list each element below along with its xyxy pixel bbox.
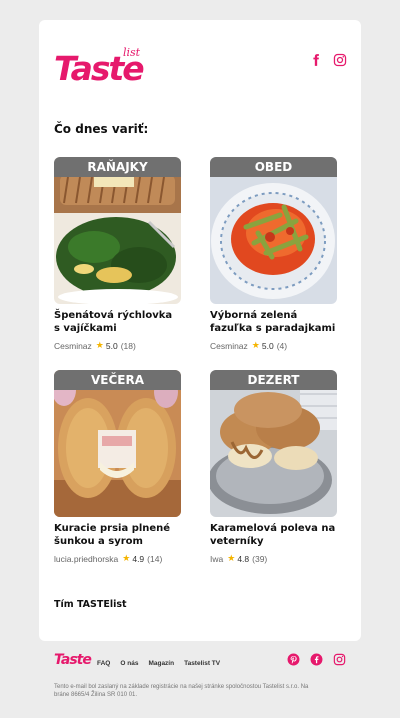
recipe-meta: Iwa ★ 4.8 (39) (210, 553, 337, 564)
recipe-author: Cesminaz (210, 340, 248, 351)
instagram-icon[interactable] (333, 53, 347, 67)
recipe-author: Iwa (210, 553, 224, 564)
signoff: Tím TASTElist (54, 599, 127, 610)
recipe-title[interactable]: Kuracie prsia plnené šunkou a syrom (54, 523, 181, 548)
facebook-icon[interactable] (310, 653, 323, 666)
recipe-rating: 5.0 (261, 340, 274, 351)
tastelist-logo[interactable]: Taste list (54, 46, 146, 88)
recipe-card-dessert[interactable]: DEZERT Karamelová poleva na veterníky Iw… (210, 370, 337, 564)
section-heading: Čo dnes variť: (54, 122, 149, 136)
rating-count: (39) (252, 553, 268, 564)
recipe-meta: Cesminaz ★ 5.0 (18) (54, 340, 181, 351)
recipe-meta: Cesminaz ★ 5.0 (4) (210, 340, 337, 351)
recipe-card-breakfast[interactable]: RAŇAJKY Špenátová rýchlovka s vajíčkami … (54, 157, 181, 351)
pinterest-icon[interactable] (287, 653, 300, 666)
recipe-image[interactable]: VEČERA (54, 370, 181, 517)
recipe-title[interactable]: Špenátová rýchlovka s vajíčkami (54, 310, 181, 335)
footer-social (287, 653, 346, 666)
logo-sub: list (123, 46, 141, 59)
recipe-meta: lucia.priedhorska ★ 4.9 (14) (54, 553, 181, 564)
facebook-icon[interactable] (309, 53, 323, 67)
recipe-card-lunch[interactable]: OBED Výborná zelená fazuľka s paradajkam… (210, 157, 337, 351)
recipe-author: Cesminaz (54, 340, 92, 351)
footer-link-magazine[interactable]: Magazín (148, 660, 174, 667)
recipe-image[interactable]: OBED (210, 157, 337, 304)
recipe-image[interactable]: DEZERT (210, 370, 337, 517)
star-icon: ★ (95, 340, 104, 350)
footer: Taste FAQ O nás Magazín Tastelist TV (54, 652, 346, 676)
instagram-icon[interactable] (333, 653, 346, 666)
star-icon: ★ (251, 340, 260, 350)
rating-count: (4) (276, 340, 288, 351)
recipe-author: lucia.priedhorska (54, 553, 119, 564)
rating-count: (14) (147, 553, 163, 564)
meal-tag: VEČERA (54, 370, 181, 390)
footer-link-tv[interactable]: Tastelist TV (184, 660, 220, 667)
footer-link-about[interactable]: O nás (120, 660, 138, 667)
star-icon: ★ (122, 553, 131, 563)
footer-disclaimer: Tento e-mail bol zaslaný na základe regi… (54, 684, 309, 698)
recipe-rating: 5.0 (105, 340, 118, 351)
meal-tag: OBED (210, 157, 337, 177)
recipe-rating: 4.9 (132, 553, 145, 564)
rating-count: (18) (120, 340, 136, 351)
meal-tag: RAŇAJKY (54, 157, 181, 177)
recipe-card-dinner[interactable]: VEČERA Kuracie prsia plnené šunkou a syr… (54, 370, 181, 564)
meal-tag: DEZERT (210, 370, 337, 390)
footer-links: FAQ O nás Magazín Tastelist TV (97, 660, 220, 667)
header-social (309, 53, 347, 67)
recipe-title[interactable]: Karamelová poleva na veterníky (210, 523, 337, 548)
footer-logo[interactable]: Taste (54, 652, 92, 668)
email-card: Taste list Čo dnes variť: RAŇAJKY Špenát… (39, 20, 361, 641)
recipe-title[interactable]: Výborná zelená fazuľka s paradajkami (210, 310, 337, 335)
star-icon: ★ (227, 553, 236, 563)
footer-link-faq[interactable]: FAQ (97, 660, 110, 667)
recipe-image[interactable]: RAŇAJKY (54, 157, 181, 304)
recipe-rating: 4.8 (237, 553, 250, 564)
